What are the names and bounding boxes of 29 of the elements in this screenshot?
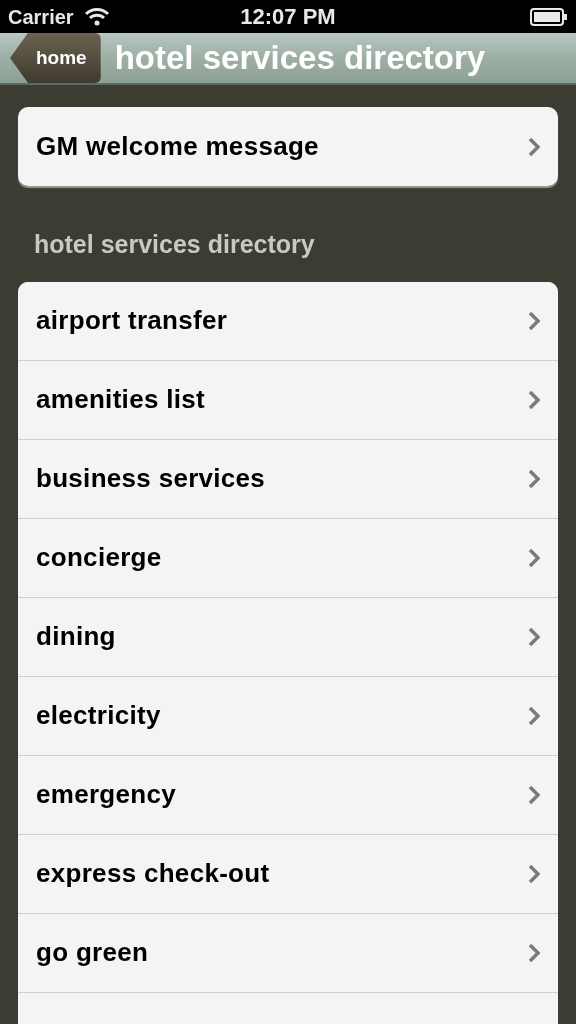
chevron-icon <box>528 705 540 726</box>
section-header: hotel services directory <box>33 229 316 260</box>
item-label: go green <box>36 936 149 969</box>
list-item[interactable]: GM welcome message <box>18 107 558 186</box>
chevron-icon <box>528 547 540 568</box>
item-label: business services <box>36 462 266 495</box>
chevron-icon <box>528 389 540 410</box>
chevron-icon <box>528 942 540 963</box>
chevron-icon <box>528 310 540 331</box>
item-label: concierge <box>36 541 162 574</box>
item-label: amenities list <box>36 383 205 416</box>
navigation-title: hotel services directory <box>114 38 486 79</box>
chevron-icon <box>528 784 540 805</box>
chevron-icon <box>528 626 540 647</box>
list-item[interactable]: airport transfer <box>18 281 558 361</box>
item-label: GM welcome message <box>36 130 319 163</box>
item-label: express check-out <box>36 857 270 890</box>
item-label: dining <box>36 620 116 653</box>
carrier-label: Carrier <box>8 4 74 30</box>
chevron-icon <box>528 863 540 884</box>
wifi-icon <box>83 6 110 27</box>
chevron-icon <box>528 468 540 489</box>
time-label: 12:07 PM <box>240 3 336 31</box>
item-label: airport transfer <box>36 304 228 337</box>
item-label: electricity <box>36 699 161 732</box>
back-button[interactable]: home <box>10 33 101 83</box>
chevron-icon <box>528 136 540 157</box>
item-label: emergency <box>36 778 176 811</box>
battery-icon <box>530 7 568 26</box>
